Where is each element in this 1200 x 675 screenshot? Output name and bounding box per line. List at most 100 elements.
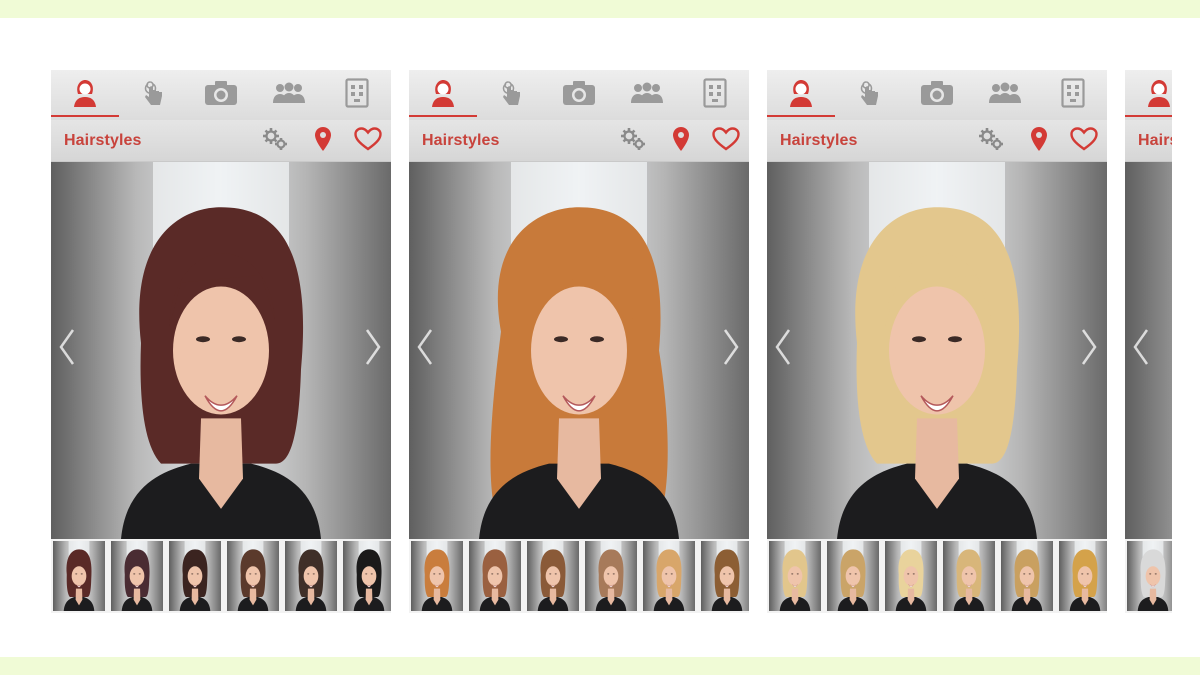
tab-woman-silhouette[interactable] — [767, 70, 835, 120]
tab-grid-menu[interactable] — [1039, 70, 1107, 120]
section-header-bar: Hairstyles — [51, 120, 391, 162]
tab-grid-menu[interactable] — [681, 70, 749, 120]
hairstyle-thumbnail[interactable] — [769, 541, 821, 611]
hairstyle-thumbnail[interactable] — [943, 541, 995, 611]
tab-woman-silhouette[interactable] — [409, 70, 477, 120]
next-style-button[interactable] — [719, 327, 743, 371]
location-pin-icon — [1030, 126, 1048, 157]
hairstyle-thumbnail[interactable] — [111, 541, 163, 611]
heart-button[interactable] — [354, 126, 382, 154]
settings-gears-icon — [619, 126, 647, 157]
section-title: Hairstyles — [64, 132, 142, 149]
group-people-icon — [272, 81, 306, 110]
settings-gears-icon — [261, 126, 289, 157]
tab-group-people[interactable] — [613, 70, 681, 120]
hairstyle-preview[interactable] — [767, 162, 1107, 539]
location-pin-icon — [314, 126, 332, 157]
hairstyle-thumbnail[interactable] — [1127, 541, 1172, 611]
tab-camera[interactable] — [187, 70, 255, 120]
section-title: Hairstyles — [1138, 132, 1172, 149]
top-background-band — [0, 0, 1200, 18]
group-people-icon — [630, 81, 664, 110]
location-pin-button[interactable] — [1025, 126, 1053, 157]
chevron-left-icon — [416, 327, 434, 372]
heart-icon — [1070, 126, 1098, 156]
previous-style-button[interactable] — [771, 327, 795, 371]
woman-silhouette-icon — [69, 77, 101, 114]
tab-touch-hand[interactable] — [477, 70, 545, 120]
hairstyle-thumbnail[interactable] — [585, 541, 637, 611]
bottom-background-band — [0, 657, 1200, 675]
tab-woman-silhouette[interactable] — [51, 70, 119, 120]
woman-silhouette-icon — [427, 77, 459, 114]
location-pin-button[interactable] — [309, 126, 337, 157]
camera-icon — [562, 80, 596, 111]
touch-hand-icon — [854, 78, 884, 113]
app-screen: Hairstyles — [409, 70, 749, 613]
hairstyle-preview[interactable] — [51, 162, 391, 539]
chevron-right-icon — [722, 327, 740, 372]
hairstyle-thumbnail[interactable] — [469, 541, 521, 611]
previous-style-button[interactable] — [1129, 327, 1153, 371]
hairstyle-preview[interactable] — [409, 162, 749, 539]
section-title: Hairstyles — [422, 132, 500, 149]
hairstyle-thumbnail[interactable] — [285, 541, 337, 611]
hairstyle-thumbnail[interactable] — [53, 541, 105, 611]
tab-group-people[interactable] — [971, 70, 1039, 120]
app-screen: Hairstyles — [51, 70, 391, 613]
hairstyle-thumbnail[interactable] — [1059, 541, 1107, 611]
hairstyle-thumbnail[interactable] — [1001, 541, 1053, 611]
grid-menu-icon — [1061, 77, 1085, 113]
hairstyle-thumbnail[interactable] — [827, 541, 879, 611]
tab-touch-hand[interactable] — [119, 70, 187, 120]
hairstyle-thumbnail[interactable] — [227, 541, 279, 611]
location-pin-button[interactable] — [667, 126, 695, 157]
settings-gears-button[interactable] — [977, 126, 1005, 157]
chevron-right-icon — [1080, 327, 1098, 372]
section-title: Hairstyles — [780, 132, 858, 149]
touch-hand-icon — [138, 78, 168, 113]
tab-camera[interactable] — [545, 70, 613, 120]
tab-camera[interactable] — [903, 70, 971, 120]
chevron-left-icon — [58, 327, 76, 372]
settings-gears-button[interactable] — [261, 126, 289, 157]
hairstyle-thumbnail[interactable] — [411, 541, 463, 611]
tab-woman-silhouette[interactable] — [1125, 70, 1172, 120]
section-header-bar: Hairstyles — [409, 120, 749, 162]
next-style-button[interactable] — [361, 327, 385, 371]
app-screen: Hairstyles — [1125, 70, 1172, 613]
chevron-left-icon — [774, 327, 792, 372]
hairstyle-preview[interactable] — [1125, 162, 1172, 539]
hairstyle-thumbnail[interactable] — [343, 541, 391, 611]
section-header-bar: Hairstyles — [1125, 120, 1172, 162]
hairstyle-thumbnail[interactable] — [169, 541, 221, 611]
hairstyle-thumbnail-strip — [409, 539, 749, 613]
hairstyle-thumbnail[interactable] — [527, 541, 579, 611]
top-tab-bar — [767, 70, 1107, 120]
woman-silhouette-icon — [1143, 77, 1172, 114]
hairstyle-thumbnail-strip — [1125, 539, 1172, 613]
location-pin-icon — [672, 126, 690, 157]
settings-gears-button[interactable] — [619, 126, 647, 157]
tab-grid-menu[interactable] — [323, 70, 391, 120]
previous-style-button[interactable] — [55, 327, 79, 371]
heart-button[interactable] — [1070, 126, 1098, 156]
settings-gears-icon — [977, 126, 1005, 157]
tab-touch-hand[interactable] — [835, 70, 903, 120]
camera-icon — [920, 80, 954, 111]
hairstyle-thumbnail[interactable] — [885, 541, 937, 611]
chevron-right-icon — [364, 327, 382, 372]
hairstyle-thumbnail[interactable] — [643, 541, 695, 611]
tab-group-people[interactable] — [255, 70, 323, 120]
next-style-button[interactable] — [1077, 327, 1101, 371]
camera-icon — [204, 80, 238, 111]
grid-menu-icon — [703, 77, 727, 113]
grid-menu-icon — [345, 77, 369, 113]
hairstyle-thumbnail[interactable] — [701, 541, 749, 611]
top-tab-bar — [51, 70, 391, 120]
app-screen: Hairstyles — [767, 70, 1107, 613]
heart-button[interactable] — [712, 126, 740, 154]
previous-style-button[interactable] — [413, 327, 437, 371]
partial-app-screen: Hairstyles — [1125, 70, 1172, 613]
woman-silhouette-icon — [785, 77, 817, 114]
